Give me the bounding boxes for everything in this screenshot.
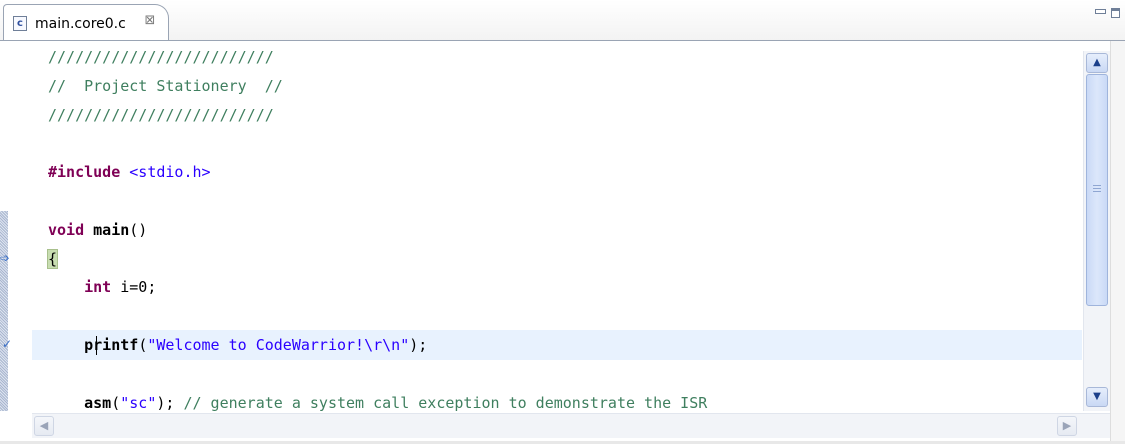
code-line[interactable]: { (32, 244, 1082, 274)
code-area[interactable]: ///////////////////////// // Project Stat… (32, 41, 1082, 411)
tab-title[interactable]: main.core0.c (35, 15, 126, 33)
vertical-scrollbar[interactable]: ▲ ▼ (1083, 51, 1110, 411)
code-token-comment: // Project Stationery // (48, 76, 283, 95)
scroll-right-button[interactable]: ▶ (1057, 416, 1077, 436)
side-panel-edge (1110, 41, 1125, 444)
code-token-plain: ( (111, 393, 121, 411)
code-token-brace: { (46, 248, 59, 269)
code-token-bold: asm (84, 393, 112, 411)
code-line[interactable] (32, 128, 1082, 158)
code-token-comment: // generate a system call exception to d… (183, 393, 708, 411)
overview-ruler[interactable] (0, 41, 8, 411)
code-line[interactable]: printf("Welcome to CodeWarrior!\r\n"); (32, 330, 1082, 360)
code-token-plain: ); (409, 336, 428, 354)
code-token-header: <stdio.h> (129, 163, 211, 182)
grip-icon (1093, 185, 1101, 194)
c-file-icon: c (13, 16, 27, 31)
code-token-string: "sc" (120, 393, 157, 411)
code-line[interactable]: asm("sc"); // generate a system call exc… (32, 388, 1082, 411)
code-line[interactable] (32, 186, 1082, 216)
code-line[interactable] (32, 359, 1082, 389)
code-line[interactable]: // Project Stationery // (32, 71, 1082, 101)
code-line[interactable]: #include <stdio.h> (32, 157, 1082, 187)
scroll-left-button[interactable]: ◀ (34, 416, 54, 436)
text-caret (96, 336, 97, 355)
tab-main-core0-c[interactable]: c main.core0.c ⊠ (3, 4, 169, 40)
code-token-plain: () (129, 220, 148, 239)
code-line[interactable]: ///////////////////////// (32, 100, 1082, 130)
code-token-comment: ///////////////////////// (48, 48, 274, 66)
arrow-marker-icon[interactable]: ➩ (0, 251, 10, 265)
code-token-string: "Welcome to CodeWarrior!\r\n" (147, 336, 410, 354)
code-token-plain: ); (156, 393, 184, 411)
maximize-icon[interactable] (1110, 6, 1122, 20)
code-line[interactable]: int i=0; (32, 272, 1082, 302)
checkmark-breakpoint-icon[interactable]: ✓ (2, 337, 12, 351)
code-token-plain: ( (138, 336, 148, 354)
code-line[interactable] (32, 301, 1082, 331)
scroll-down-button[interactable]: ▼ (1086, 387, 1108, 407)
code-token-bold: printf (84, 336, 139, 354)
vertical-scroll-thumb[interactable] (1086, 74, 1108, 306)
ruler-shade (0, 211, 8, 411)
code-line[interactable]: void main() (32, 215, 1082, 245)
horizontal-scrollbar[interactable]: ◀ ▶ (32, 413, 1110, 438)
code-line[interactable]: ///////////////////////// (32, 42, 1082, 72)
code-token-plain: i=0; (111, 278, 157, 297)
code-token-directive: #include (48, 163, 121, 182)
code-token-bold: main (93, 220, 130, 239)
scroll-up-button[interactable]: ▲ (1086, 53, 1108, 73)
annotation-gutter[interactable]: ➩ ✓ (0, 41, 32, 411)
code-token-keyword: int (84, 278, 112, 297)
minimize-icon[interactable] (1094, 6, 1106, 20)
editor-window: c main.core0.c ⊠ ➩ ✓ ////////////////////… (0, 0, 1125, 444)
code-token-comment: ///////////////////////// (48, 105, 274, 124)
editor-tab-strip: c main.core0.c ⊠ (0, 0, 1125, 41)
code-token-keyword: void (48, 220, 85, 239)
close-icon[interactable]: ⊠ (143, 14, 157, 28)
